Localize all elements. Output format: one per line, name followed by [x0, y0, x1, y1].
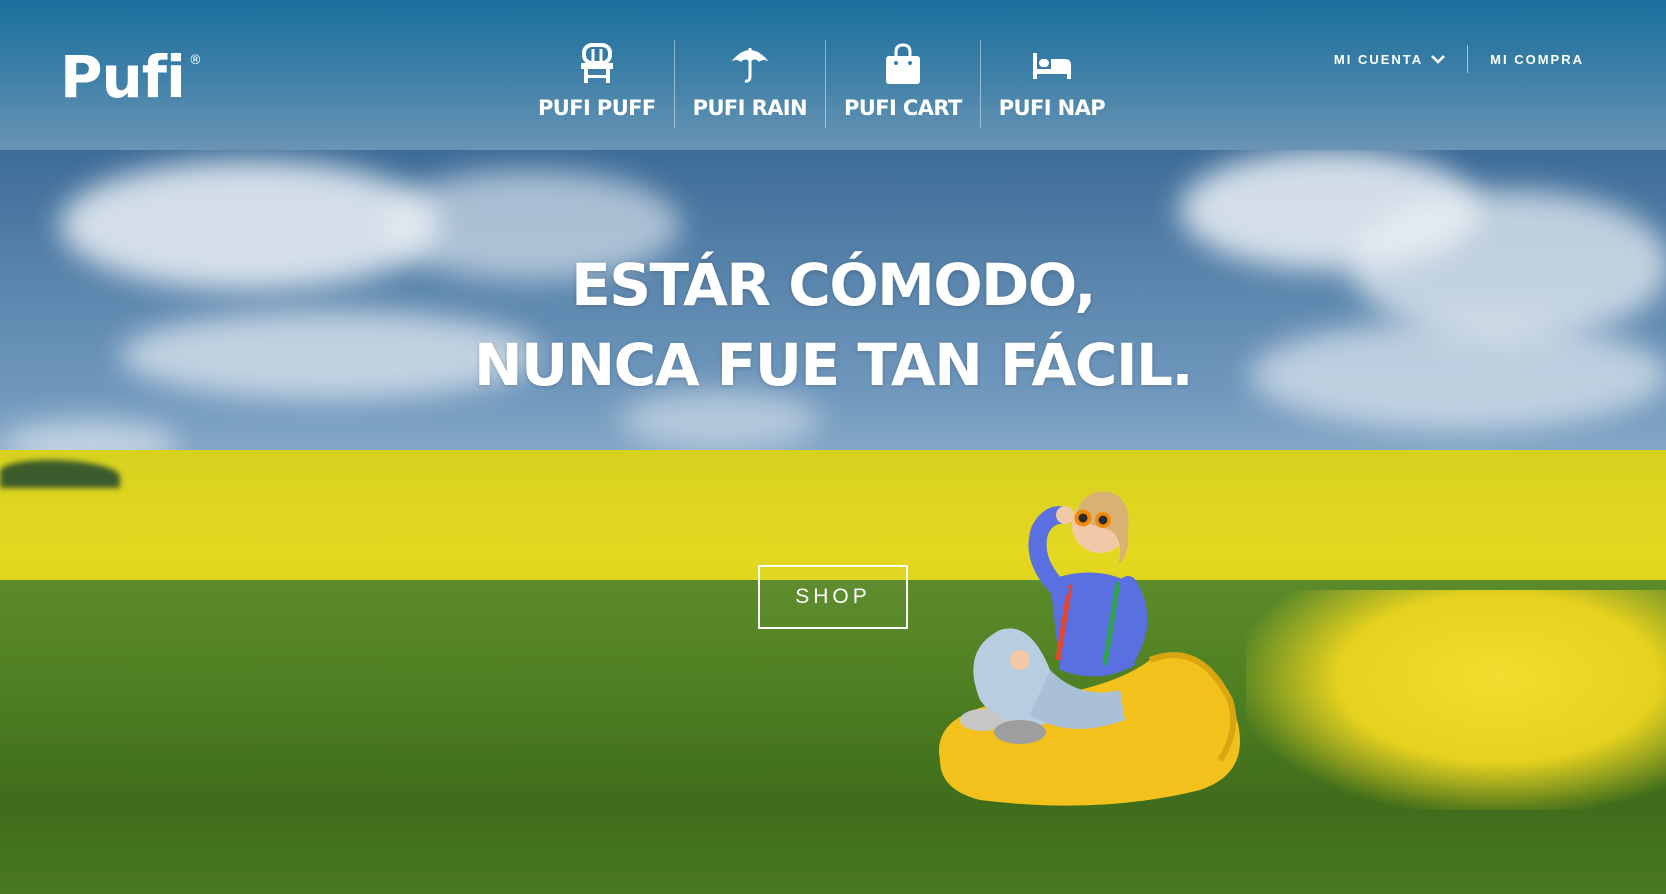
yellow-flowers — [1246, 590, 1666, 810]
shop-button[interactable]: SHOP — [758, 565, 908, 629]
brand-name: Pufi — [60, 43, 186, 111]
nav-item-pufi-cart[interactable]: PUFI CART — [826, 40, 981, 128]
nav-item-pufi-nap[interactable]: PUFI NAP — [981, 40, 1123, 128]
my-account-label: MI CUENTA — [1333, 51, 1424, 67]
my-purchase-label: MI COMPRA — [1490, 51, 1584, 67]
chair-icon — [575, 42, 619, 86]
headline-line-1: ESTÁR CÓMODO, — [571, 251, 1096, 319]
product-nav: PUFI PUFF PUFI RAIN PUFI CART PUFI NAP — [520, 40, 1123, 128]
hero-woman-on-beanbag — [939, 491, 1240, 806]
shopping-bag-icon — [881, 42, 925, 86]
registered-mark: ® — [188, 53, 202, 68]
nav-label: PUFI CART — [843, 96, 962, 120]
page: Pufi ® PUFI PUFF PUFI RAIN PUFI CART PUF… — [0, 0, 1666, 894]
headline-line-2: NUNCA FUE TAN FÁCIL. — [473, 331, 1194, 399]
my-purchase-link[interactable]: MI COMPRA — [1468, 52, 1606, 67]
chevron-down-icon — [1431, 54, 1446, 64]
nav-label: PUFI PUFF — [538, 96, 656, 120]
hero-banner: ESTÁR CÓMODO, NUNCA FUE TAN FÁCIL. SHOP — [0, 150, 1666, 894]
account-menu: MI CUENTA MI COMPRA — [1312, 44, 1606, 74]
site-header: Pufi ® PUFI PUFF PUFI RAIN PUFI CART PUF… — [0, 0, 1666, 150]
my-account-dropdown[interactable]: MI CUENTA — [1312, 52, 1467, 67]
nav-label: PUFI RAIN — [692, 96, 808, 120]
brand-logo[interactable]: Pufi ® — [60, 48, 202, 106]
nav-item-pufi-puff[interactable]: PUFI PUFF — [520, 40, 675, 128]
umbrella-icon — [728, 42, 772, 86]
nav-label: PUFI NAP — [998, 96, 1106, 120]
nav-item-pufi-rain[interactable]: PUFI RAIN — [675, 40, 826, 128]
bed-icon — [1030, 42, 1074, 86]
hero-headline: ESTÁR CÓMODO, NUNCA FUE TAN FÁCIL. — [0, 245, 1666, 405]
